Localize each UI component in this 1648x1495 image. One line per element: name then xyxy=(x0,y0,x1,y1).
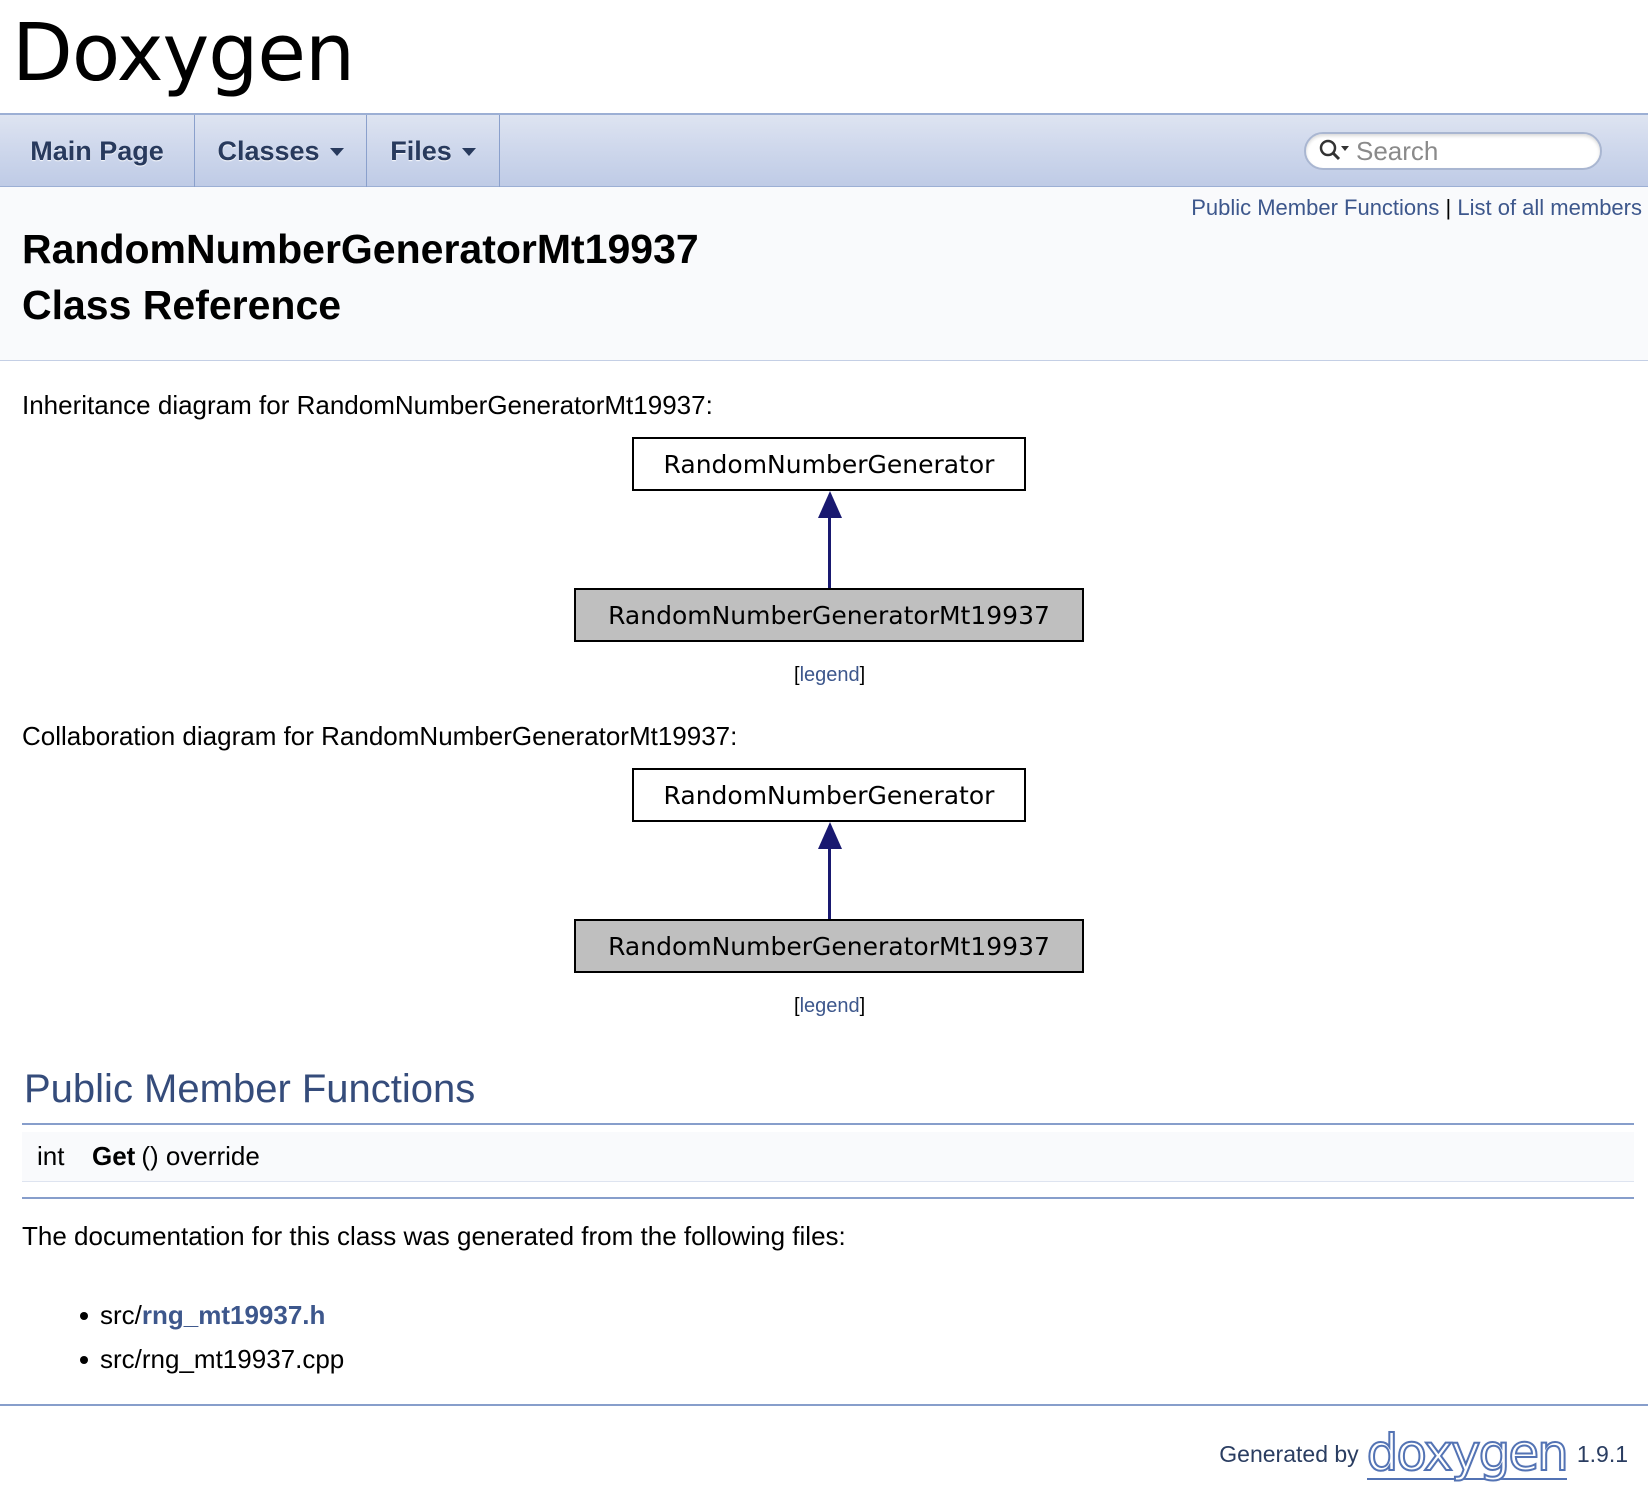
chevron-down-icon xyxy=(461,148,476,156)
inheritance-legend: [legend] xyxy=(794,664,866,686)
page-title-line2: Class Reference xyxy=(22,282,342,328)
collaboration-base-class-node[interactable]: RandomNumberGenerator xyxy=(632,768,1026,822)
chevron-down-icon xyxy=(329,148,344,156)
member-divider xyxy=(22,1197,1634,1199)
file-name-rng-mt19937-cpp: rng_mt19937.cpp xyxy=(141,1344,345,1374)
files-intro: The documentation for this class was gen… xyxy=(22,1221,846,1251)
file-dir: src/ xyxy=(100,1300,142,1330)
member-signature: () override xyxy=(141,1141,260,1171)
inheritance-derived-class-node: RandomNumberGeneratorMt19937 xyxy=(574,588,1084,642)
inheritance-base-class-node[interactable]: RandomNumberGenerator xyxy=(632,437,1026,491)
page-title: RandomNumberGeneratorMt19937 Class Refer… xyxy=(22,221,699,333)
summary-separator: | xyxy=(1445,195,1452,220)
footer-version: 1.9.1 xyxy=(1576,1440,1628,1467)
collaboration-legend: [legend] xyxy=(794,995,866,1017)
section-heading-public-member-functions: Public Member Functions xyxy=(24,1067,476,1111)
nav-classes[interactable]: Classes xyxy=(195,115,367,187)
summary-link-list-of-all-members[interactable]: List of all members xyxy=(1457,195,1642,220)
file-dir: src/ xyxy=(100,1344,142,1374)
member-name-link[interactable]: Get xyxy=(92,1141,135,1172)
search-box xyxy=(1304,132,1602,170)
doxygen-logo-link[interactable]: doxygen xyxy=(1366,1427,1570,1480)
project-title: Doxygen xyxy=(12,7,355,99)
file-list: src/rng_mt19937.h src/rng_mt19937.cpp xyxy=(79,1293,345,1381)
nav-files[interactable]: Files xyxy=(367,115,500,187)
nav-main-page-label: Main Page xyxy=(30,135,164,166)
file-list-item: src/rng_mt19937.h xyxy=(79,1293,344,1337)
inheritance-caption: Inheritance diagram for RandomNumberGene… xyxy=(22,390,713,420)
collaboration-arrow-head xyxy=(818,822,842,849)
member-row: int Get () override xyxy=(22,1132,1634,1182)
inheritance-legend-link[interactable]: legend xyxy=(800,664,860,686)
collaboration-caption: Collaboration diagram for RandomNumberGe… xyxy=(22,721,738,751)
collaboration-derived-class-node: RandomNumberGeneratorMt19937 xyxy=(574,919,1084,973)
inheritance-arrow-head xyxy=(818,491,842,518)
inheritance-arrow-line xyxy=(828,518,831,588)
footer-generated-by: Generated by xyxy=(1219,1440,1359,1467)
file-link-rng-mt19937-h[interactable]: rng_mt19937.h xyxy=(142,1300,326,1330)
file-list-item: src/rng_mt19937.cpp xyxy=(79,1337,345,1381)
nav-files-label: Files xyxy=(390,135,452,166)
main-navbar: Main Page Classes Files xyxy=(0,113,1648,187)
member-return-type: int xyxy=(37,1141,65,1171)
summary-links: Public Member Functions | List of all me… xyxy=(1191,195,1642,221)
nav-classes-label: Classes xyxy=(217,135,320,166)
search-input[interactable] xyxy=(1352,135,1590,167)
summary-link-public-member-functions[interactable]: Public Member Functions xyxy=(1191,195,1439,220)
footer: Generated by doxygen 1.9.1 xyxy=(1219,1424,1628,1484)
section-divider xyxy=(22,1123,1634,1125)
footer-divider xyxy=(0,1404,1648,1406)
collaboration-arrow-line xyxy=(828,849,831,919)
nav-main-page[interactable]: Main Page xyxy=(0,115,195,187)
page-title-line1: RandomNumberGeneratorMt19937 xyxy=(22,226,699,272)
search-icon[interactable] xyxy=(1316,136,1352,166)
collaboration-legend-link[interactable]: legend xyxy=(800,995,860,1017)
page-header: Public Member Functions | List of all me… xyxy=(0,187,1648,361)
